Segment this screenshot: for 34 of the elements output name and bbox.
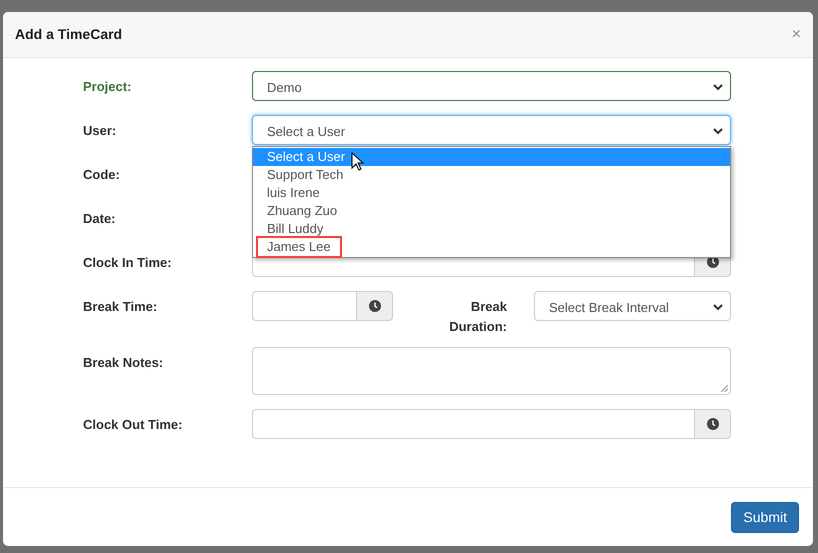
clock-icon [706,418,718,430]
dropdown-option[interactable]: Bill Luddy [253,220,730,238]
field-label: Code: [83,166,121,184]
clock-button[interactable] [695,409,731,439]
notes-field[interactable] [252,347,731,395]
select-field[interactable]: Select a User [252,115,731,145]
field-label: Break Notes: [83,354,164,372]
field-label: Break Duration: [448,298,507,336]
field-label: Date: [83,210,117,228]
time-field[interactable] [252,409,695,439]
select-field[interactable]: Demo [252,71,731,101]
caret-icon [713,304,723,311]
field-label: User: [83,122,118,140]
submit-button[interactable]: Submit [731,502,799,532]
field-label: Project: [83,78,132,96]
select-field[interactable]: Select Break Interval [534,291,731,321]
caret-icon [713,128,723,135]
dropdown-option[interactable]: Support Tech [253,166,730,184]
field-label: Clock In Time: [83,254,173,272]
cursor-icon [351,152,364,171]
resize-handle-icon [721,385,728,392]
select-value: Select Break Interval [549,299,669,317]
select-value: Demo [267,79,302,97]
clock-button[interactable] [357,291,393,321]
time-field[interactable] [252,291,357,321]
dropdown-option[interactable]: Zhuang Zuo [253,202,730,220]
dialog-title: Add a TimeCard [15,25,122,44]
dropdown-option[interactable]: luis Irene [253,184,730,202]
dropdown-option[interactable]: James Lee [253,238,730,256]
caret-icon [713,84,723,91]
field-label: Clock Out Time: [83,416,184,434]
clock-icon [368,300,380,312]
select-value: Select a User [267,123,346,141]
field-label: Break Time: [83,298,158,316]
